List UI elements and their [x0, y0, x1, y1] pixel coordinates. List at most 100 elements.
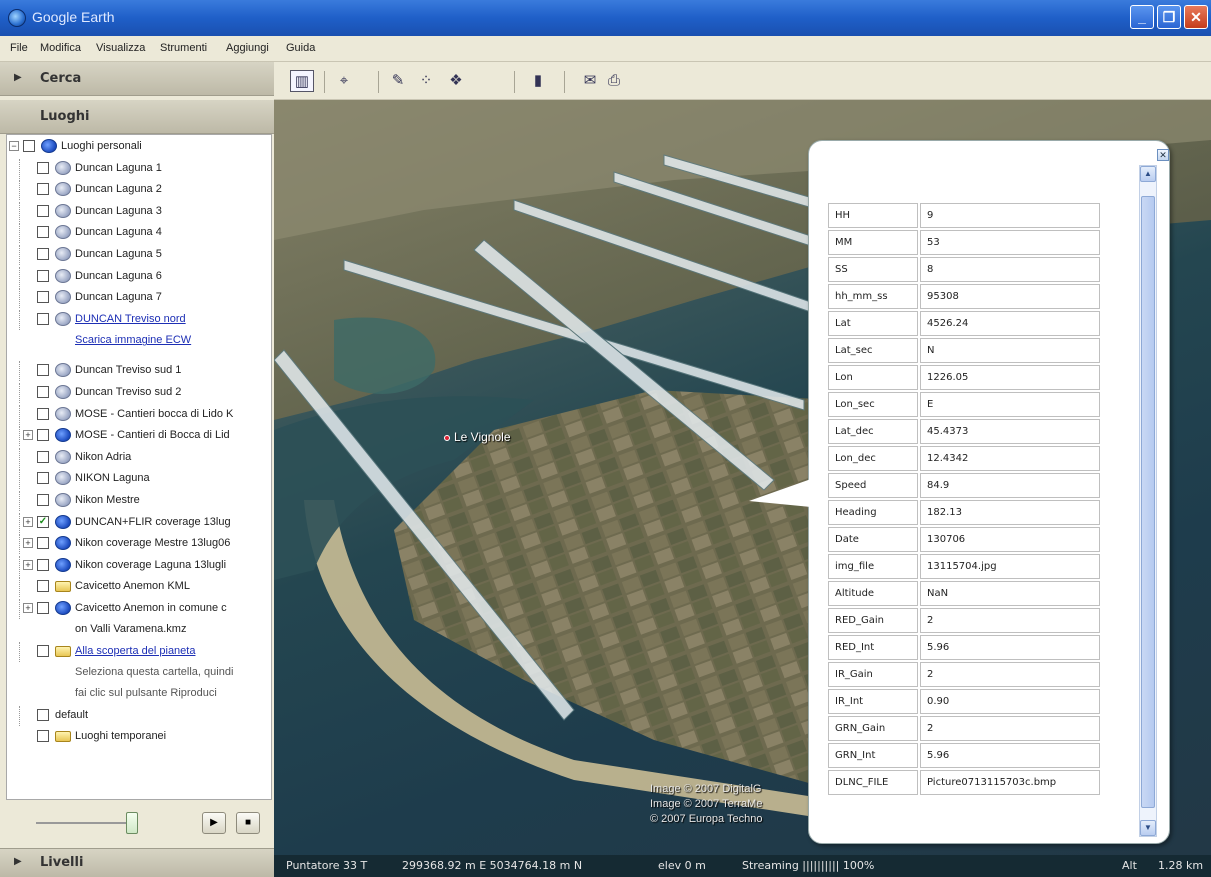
visibility-checkbox[interactable]	[37, 183, 49, 196]
maximize-button[interactable]: ❐	[1157, 5, 1181, 29]
visibility-checkbox[interactable]	[37, 450, 49, 463]
add-placemark-icon[interactable]: ⌖	[332, 70, 356, 92]
elevation-readout: elev 0 m	[658, 859, 706, 872]
visibility-checkbox[interactable]	[37, 429, 49, 442]
tree-item[interactable]: Duncan Treviso sud 1	[7, 361, 271, 382]
visibility-checkbox[interactable]	[37, 602, 49, 614]
visibility-checkbox[interactable]	[37, 248, 49, 260]
tree-item[interactable]: + Cavicetto Anemon in comune c	[7, 599, 271, 619]
tree-item[interactable]: Duncan Laguna 2	[7, 180, 271, 201]
globe-icon	[55, 247, 71, 261]
expand-toggle-icon[interactable]: +	[23, 430, 33, 441]
tree-item[interactable]: Duncan Laguna 1	[7, 158, 271, 179]
visibility-checkbox[interactable]	[37, 407, 49, 420]
visibility-checkbox[interactable]	[37, 644, 49, 657]
visibility-checkbox[interactable]	[23, 140, 35, 152]
visibility-checkbox[interactable]	[37, 472, 49, 485]
tree-item[interactable]: + ✓ DUNCAN+FLIR coverage 13lug	[7, 512, 271, 533]
tree-item[interactable]: Luoghi temporanei	[7, 727, 271, 747]
menu-file[interactable]: File	[10, 42, 28, 54]
menu-guida[interactable]: Guida	[286, 42, 315, 54]
places-panel-header[interactable]: Luoghi	[0, 100, 274, 134]
minimize-button[interactable]: _	[1130, 5, 1154, 29]
visibility-checkbox[interactable]	[37, 558, 49, 571]
tree-item-description[interactable]: Scarica immagine ECW	[75, 334, 191, 346]
tree-item[interactable]: Duncan Laguna 7	[7, 288, 271, 309]
tree-item[interactable]: Scarica immagine ECW	[7, 331, 271, 351]
attribute-key: RED_Gain	[828, 608, 918, 633]
tree-item[interactable]: + Nikon coverage Mestre 13lug06	[7, 534, 271, 555]
scroll-up-icon[interactable]: ▲	[1140, 166, 1156, 182]
tree-item[interactable]: Duncan Laguna 3	[7, 201, 271, 222]
visibility-checkbox[interactable]	[37, 494, 49, 506]
pointer-coordinates: 299368.92 m E 5034764.18 m N	[402, 859, 583, 872]
globe-icon	[55, 290, 71, 305]
balloon-close-icon[interactable]: ✕	[1157, 149, 1169, 161]
tour-slider-track[interactable]	[36, 822, 136, 824]
tree-item[interactable]: Nikon Adria	[7, 447, 271, 468]
tree-item[interactable]: default	[7, 705, 271, 726]
tree-item[interactable]: − Luoghi personali	[7, 137, 271, 157]
menu-modifica[interactable]: Modifica	[40, 42, 81, 54]
attribute-row: Lon 1226.05	[828, 365, 1100, 390]
visibility-checkbox[interactable]	[37, 730, 49, 743]
add-path-icon[interactable]: ⁘	[414, 70, 438, 92]
tree-item[interactable]: Duncan Laguna 6	[7, 266, 271, 287]
tree-item[interactable]: Alla scoperta del pianeta	[7, 641, 271, 662]
visibility-checkbox[interactable]	[37, 386, 49, 398]
ruler-icon[interactable]: ▮	[526, 70, 550, 92]
copyright-line: Image © 2007 TerraMe	[650, 798, 763, 810]
tour-slider-knob[interactable]	[126, 812, 138, 834]
print-icon[interactable]: ⎙	[602, 70, 626, 92]
tree-item-label: Nikon Adria	[75, 450, 132, 463]
expand-toggle-icon[interactable]: +	[23, 559, 33, 570]
attribute-row: Lat_sec N	[828, 338, 1100, 363]
close-button[interactable]: ✕	[1184, 5, 1208, 29]
tree-item[interactable]: Duncan Treviso sud 2	[7, 383, 271, 403]
visibility-checkbox[interactable]: ✓	[37, 515, 49, 528]
visibility-checkbox[interactable]	[37, 537, 49, 550]
tree-item[interactable]: NIKON Laguna	[7, 469, 271, 490]
visibility-checkbox[interactable]	[37, 161, 49, 174]
menu-strumenti[interactable]: Strumenti	[160, 42, 207, 54]
expand-toggle-icon[interactable]: −	[9, 141, 19, 151]
attribute-key: MM	[828, 230, 918, 255]
scroll-thumb[interactable]	[1141, 196, 1155, 808]
tree-item[interactable]: DUNCAN Treviso nord	[7, 309, 271, 330]
visibility-checkbox[interactable]	[37, 291, 49, 304]
tree-item[interactable]: on Valli Varamena.kmz	[7, 620, 271, 640]
tree-item[interactable]: Duncan Laguna 4	[7, 223, 271, 244]
menu-aggiungi[interactable]: Aggiungi	[226, 42, 269, 54]
layers-panel-header[interactable]: ▶ Livelli	[0, 848, 274, 877]
tree-item[interactable]: Cavicetto Anemon KML	[7, 577, 271, 598]
tree-item[interactable]: + Nikon coverage Laguna 13lugli	[7, 555, 271, 576]
placemark-le-vignole[interactable]: Le Vignole	[444, 430, 511, 444]
tree-item[interactable]: fai clic sul pulsante Riproduci	[7, 684, 271, 704]
menu-visualizza[interactable]: Visualizza	[96, 42, 145, 54]
tree-item[interactable]: Duncan Laguna 5	[7, 245, 271, 265]
visibility-checkbox[interactable]	[37, 580, 49, 593]
sidebar-toggle-icon[interactable]: ▥	[290, 70, 314, 92]
tree-item[interactable]: + MOSE - Cantieri di Bocca di Lid	[7, 426, 271, 447]
tree-item[interactable]: Seleziona questa cartella, quindi	[7, 663, 271, 683]
visibility-checkbox[interactable]	[37, 312, 49, 325]
expand-toggle-icon[interactable]: +	[23, 603, 33, 613]
email-icon[interactable]: ✉	[578, 70, 602, 92]
tree-item[interactable]: Nikon Mestre	[7, 491, 271, 511]
attribute-key: RED_Int	[828, 635, 918, 660]
balloon-scrollbar[interactable]: ▲ ▼	[1139, 165, 1157, 837]
visibility-checkbox[interactable]	[37, 364, 49, 377]
expand-toggle-icon[interactable]: +	[23, 516, 33, 527]
expand-toggle-icon[interactable]: +	[23, 538, 33, 549]
add-image-overlay-icon[interactable]: ❖	[444, 70, 468, 92]
search-panel-header[interactable]: ▶ Cerca	[0, 62, 274, 96]
play-button[interactable]: ▶	[202, 812, 226, 834]
scroll-down-icon[interactable]: ▼	[1140, 820, 1156, 836]
visibility-checkbox[interactable]	[37, 708, 49, 721]
tree-item[interactable]: MOSE - Cantieri bocca di Lido K	[7, 404, 271, 425]
visibility-checkbox[interactable]	[37, 204, 49, 217]
add-polygon-icon[interactable]: ✎	[386, 70, 410, 92]
visibility-checkbox[interactable]	[37, 269, 49, 282]
stop-button[interactable]: ■	[236, 812, 260, 834]
visibility-checkbox[interactable]	[37, 226, 49, 239]
